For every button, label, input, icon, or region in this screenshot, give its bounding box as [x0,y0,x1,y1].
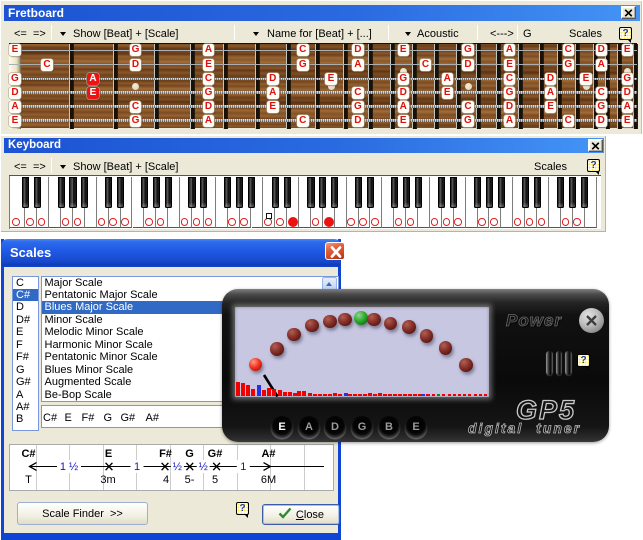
svg-text:1: 1 [240,461,246,473]
svg-text:½: ½ [199,461,208,473]
svg-text:1: 1 [134,461,140,473]
svg-text:½: ½ [173,461,182,473]
svg-text:1 ½: 1 ½ [60,461,78,473]
